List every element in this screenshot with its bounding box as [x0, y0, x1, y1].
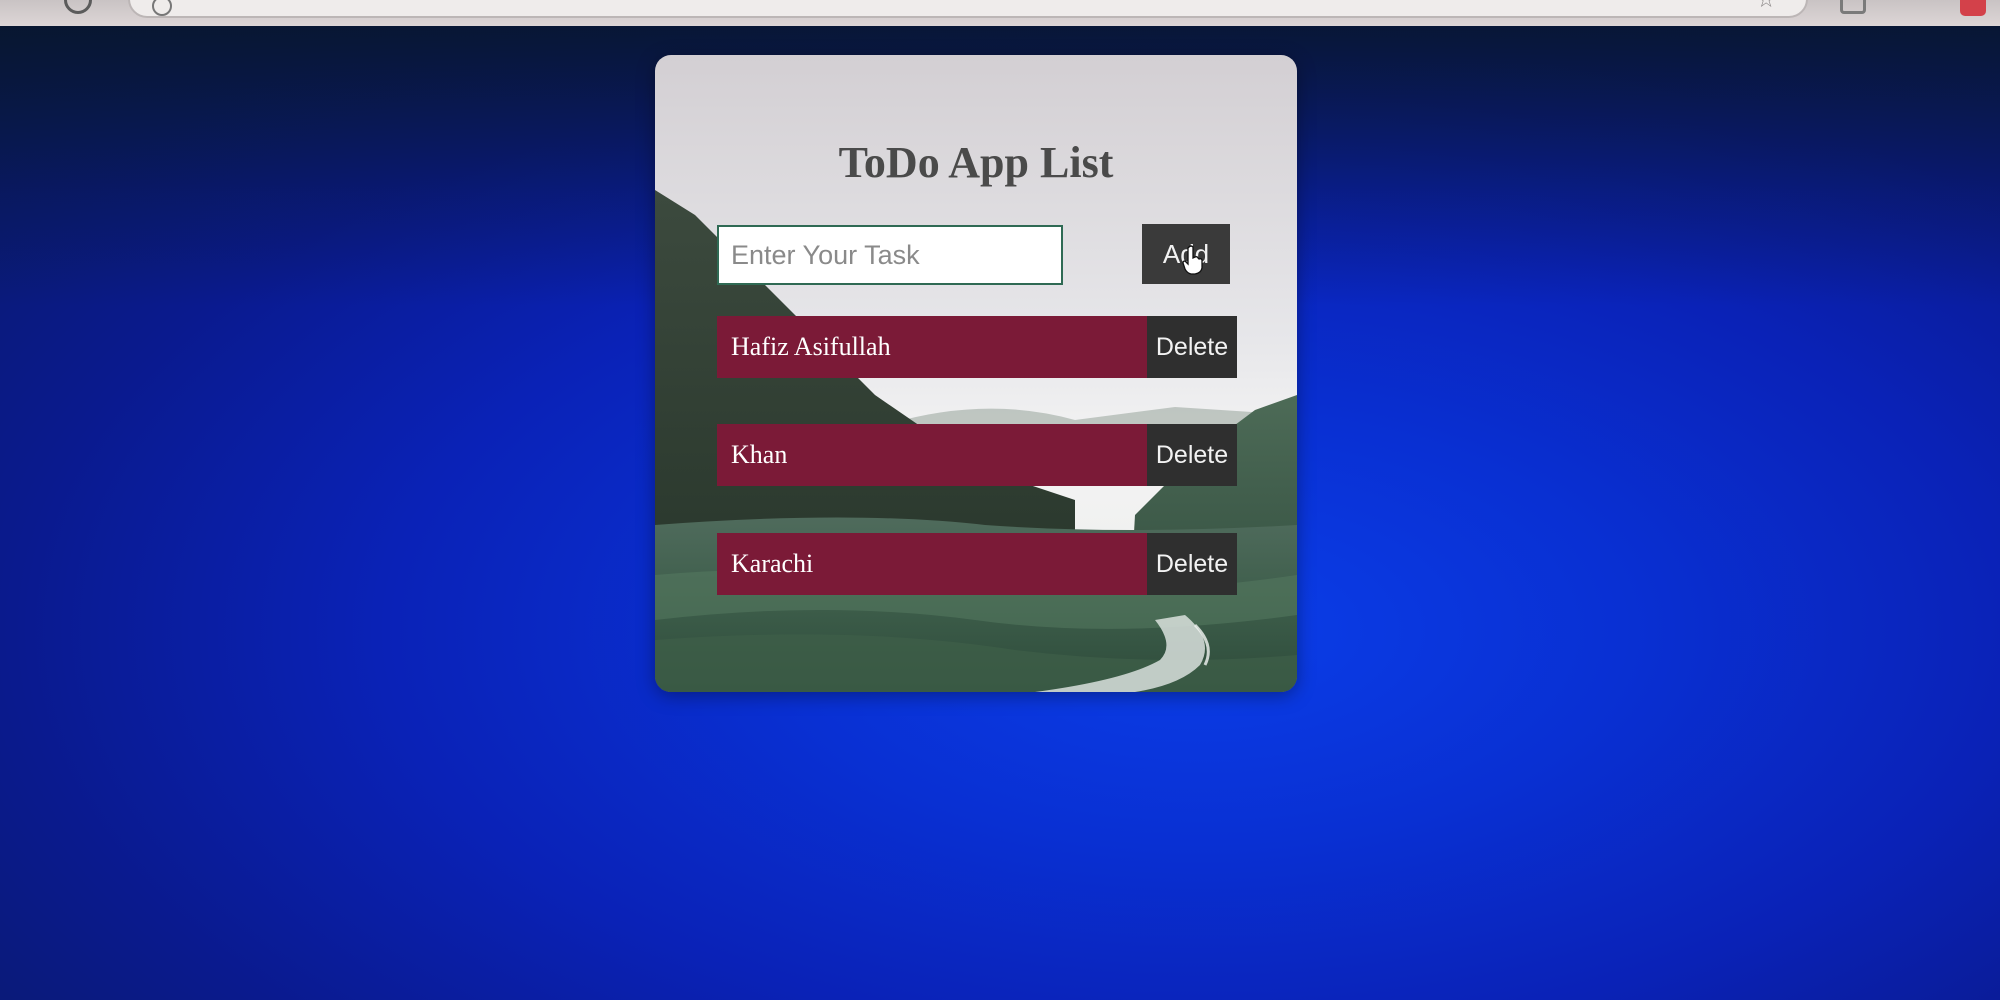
task-text: Khan [717, 424, 1147, 486]
delete-button[interactable]: Delete [1147, 424, 1237, 486]
reload-icon[interactable] [64, 0, 92, 14]
todo-app: ToDo App List Add Hafiz Asifullah Delete… [655, 55, 1297, 692]
extensions-icon[interactable] [1840, 0, 1866, 14]
add-button[interactable]: Add [1142, 224, 1230, 284]
task-item: Hafiz Asifullah Delete [717, 316, 1237, 378]
task-item: Khan Delete [717, 424, 1237, 486]
task-text: Hafiz Asifullah [717, 316, 1147, 378]
todo-card: ToDo App List Add Hafiz Asifullah Delete… [655, 55, 1297, 692]
task-text: Karachi [717, 533, 1147, 595]
task-input[interactable] [717, 225, 1063, 285]
page-title: ToDo App List [838, 138, 1114, 187]
browser-toolbar: ☆ [0, 0, 2000, 26]
address-bar[interactable]: ☆ [128, 0, 1808, 18]
delete-button[interactable]: Delete [1147, 533, 1237, 595]
delete-button[interactable]: Delete [1147, 316, 1237, 378]
profile-icon[interactable] [1960, 0, 1986, 16]
info-icon[interactable] [152, 0, 172, 16]
task-item: Karachi Delete [717, 533, 1237, 595]
star-icon[interactable]: ☆ [1756, 0, 1776, 13]
